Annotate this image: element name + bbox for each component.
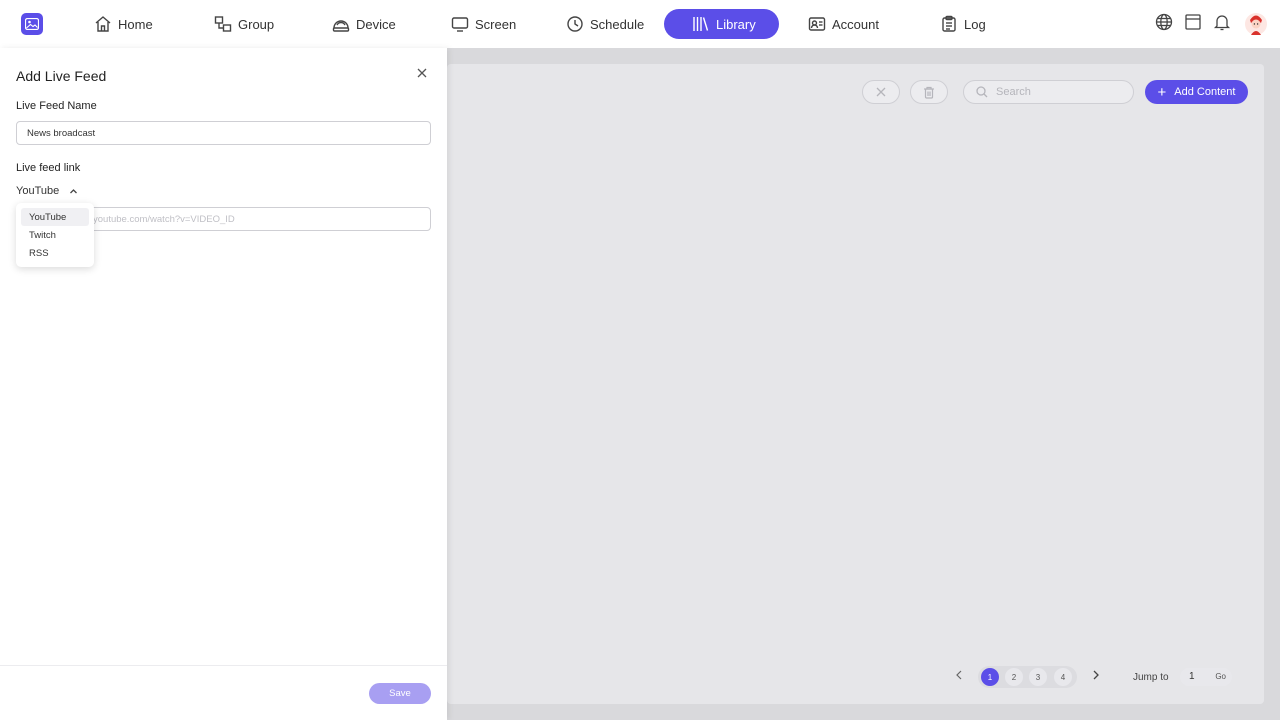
nav-group[interactable]: Group bbox=[214, 9, 274, 39]
nav-schedule[interactable]: Schedule bbox=[566, 9, 644, 39]
jump-to-value: 1 bbox=[1189, 671, 1195, 682]
image-icon bbox=[25, 18, 39, 30]
page-2-button[interactable]: 2 bbox=[1005, 668, 1023, 686]
live-feed-name-label: Live Feed Name bbox=[16, 100, 97, 112]
url-placeholder: youtube.com/watch?v=VIDEO_ID bbox=[93, 213, 235, 225]
close-icon bbox=[417, 68, 427, 78]
source-option-youtube[interactable]: YouTube bbox=[21, 208, 89, 226]
go-button[interactable]: Go bbox=[1215, 672, 1226, 681]
next-page-button[interactable] bbox=[1092, 670, 1100, 683]
nav-label: Device bbox=[356, 16, 396, 32]
page-number: 2 bbox=[1011, 672, 1017, 682]
language-button[interactable] bbox=[1155, 13, 1173, 35]
chevron-up-icon bbox=[70, 188, 78, 193]
nav-device[interactable]: Device bbox=[332, 9, 396, 39]
nav-screen[interactable]: Screen bbox=[451, 9, 516, 39]
avatar-icon bbox=[1245, 13, 1267, 35]
nav-label: Schedule bbox=[590, 16, 645, 32]
nav-label: Screen bbox=[475, 16, 517, 32]
library-content-area bbox=[447, 64, 1264, 704]
source-dropdown-menu: YouTube Twitch RSS bbox=[16, 203, 94, 267]
search-icon bbox=[976, 86, 988, 98]
panel-title: Add Live Feed bbox=[16, 68, 107, 84]
account-icon bbox=[808, 17, 826, 31]
page-number: 4 bbox=[1060, 672, 1066, 682]
jump-to-label: Jump to bbox=[1133, 672, 1169, 683]
log-icon bbox=[942, 15, 956, 32]
app-logo[interactable] bbox=[21, 13, 43, 35]
top-nav-bar: Home Group Device Screen Schedule Librar… bbox=[0, 0, 1280, 48]
nav-label: Group bbox=[238, 16, 275, 32]
archive-button[interactable] bbox=[1184, 13, 1202, 35]
home-icon bbox=[95, 16, 111, 32]
clock-icon bbox=[567, 16, 583, 32]
library-icon bbox=[693, 17, 709, 31]
user-avatar[interactable] bbox=[1244, 11, 1268, 37]
page-1-button[interactable]: 1 bbox=[981, 668, 999, 686]
live-feed-name-input[interactable]: News broadcast bbox=[16, 121, 431, 145]
trash-icon bbox=[924, 86, 934, 99]
source-option-rss[interactable]: RSS bbox=[21, 244, 89, 262]
page-4-button[interactable]: 4 bbox=[1054, 668, 1072, 686]
panel-footer-divider bbox=[0, 665, 447, 666]
notifications-button[interactable] bbox=[1213, 13, 1231, 35]
plus-icon: + bbox=[1157, 83, 1167, 101]
nav-label: Library bbox=[716, 16, 756, 32]
live-feed-link-label: Live feed link bbox=[16, 162, 81, 174]
close-panel-button[interactable] bbox=[416, 66, 428, 78]
add-content-button[interactable]: + Add Content bbox=[1145, 80, 1248, 104]
nav-log[interactable]: Log bbox=[940, 9, 986, 39]
nav-label: Log bbox=[964, 16, 986, 32]
chevron-left-icon bbox=[956, 670, 962, 680]
device-icon bbox=[332, 20, 350, 32]
nav-home[interactable]: Home bbox=[94, 9, 153, 39]
jump-to-input[interactable]: 1 Go bbox=[1180, 668, 1232, 686]
group-icon bbox=[214, 16, 232, 32]
page-3-button[interactable]: 3 bbox=[1029, 668, 1047, 686]
search-input[interactable]: Search bbox=[963, 80, 1134, 104]
nav-label: Home bbox=[118, 16, 153, 32]
add-content-label: Add Content bbox=[1174, 86, 1236, 98]
close-icon bbox=[876, 87, 886, 97]
globe-icon bbox=[1155, 13, 1173, 31]
prev-page-button[interactable] bbox=[955, 670, 963, 683]
screen-icon bbox=[451, 17, 469, 32]
add-live-feed-panel: Add Live Feed Live Feed Name News broadc… bbox=[0, 48, 447, 720]
save-button[interactable]: Save bbox=[369, 683, 431, 704]
clear-selection-button[interactable] bbox=[862, 80, 900, 104]
page-number: 1 bbox=[987, 672, 993, 682]
nav-library[interactable]: Library bbox=[664, 9, 779, 39]
bell-icon bbox=[1213, 15, 1231, 31]
source-select[interactable]: YouTube bbox=[16, 185, 78, 197]
nav-account[interactable]: Account bbox=[808, 9, 879, 39]
page-number: 3 bbox=[1035, 672, 1041, 682]
chevron-right-icon bbox=[1093, 670, 1099, 680]
archive-icon bbox=[1185, 14, 1201, 30]
delete-button[interactable] bbox=[910, 80, 948, 104]
search-placeholder: Search bbox=[996, 86, 1031, 98]
nav-label: Account bbox=[832, 16, 879, 32]
source-selected-value: YouTube bbox=[16, 185, 60, 197]
source-option-twitch[interactable]: Twitch bbox=[21, 226, 89, 244]
